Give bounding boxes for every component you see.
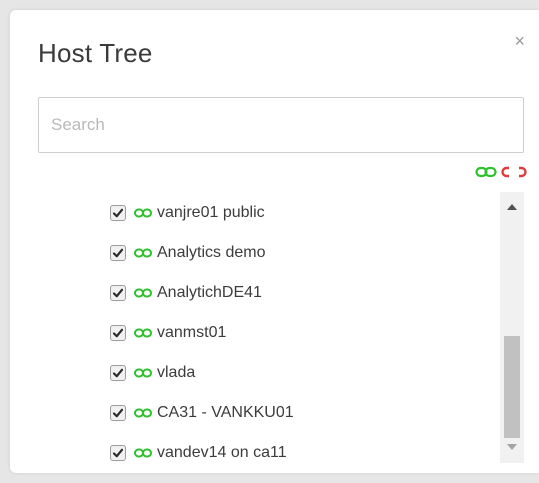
tree-item-checkbox[interactable]: [110, 285, 126, 301]
check-icon: [112, 208, 124, 218]
link-icon[interactable]: [134, 368, 152, 378]
check-icon: [112, 288, 124, 298]
check-icon: [112, 248, 124, 258]
tree-item-label: CA31 - VANKKU01: [157, 404, 294, 421]
tree-scrollbar[interactable]: [500, 192, 524, 463]
tree-item-label: vanjre01 public: [157, 204, 265, 221]
tree-item-label: vlada: [157, 364, 196, 381]
link-all-icon[interactable]: [475, 166, 497, 178]
host-tree: vanjre01 public Analytics demo AnalytichDE…: [38, 192, 524, 463]
link-icon[interactable]: [134, 288, 152, 298]
link-icon[interactable]: [134, 328, 152, 338]
tree-item-checkbox[interactable]: [110, 325, 126, 341]
tree-item[interactable]: vanmst01: [110, 320, 226, 346]
unlink-all-icon[interactable]: [501, 166, 527, 178]
check-icon: [112, 408, 124, 418]
tree-item-checkbox[interactable]: [110, 365, 126, 381]
check-icon: [112, 448, 124, 458]
dialog-title: Host Tree: [38, 38, 153, 68]
link-icon[interactable]: [134, 248, 152, 258]
tree-item[interactable]: AnalytichDE41: [110, 280, 262, 306]
check-icon: [112, 368, 124, 378]
tree-item-checkbox[interactable]: [110, 205, 126, 221]
tree-item-checkbox[interactable]: [110, 245, 126, 261]
tree-item[interactable]: vandev14 on ca11: [110, 440, 287, 463]
close-icon[interactable]: ×: [514, 32, 525, 50]
tree-item-label: AnalytichDE41: [157, 284, 262, 301]
link-icon[interactable]: [134, 208, 152, 218]
tree-item[interactable]: vlada: [110, 360, 195, 386]
scrollbar-thumb[interactable]: [504, 336, 520, 438]
tree-item[interactable]: CA31 - VANKKU01: [110, 400, 294, 426]
tree-item-label: vandev14 on ca11: [157, 444, 287, 461]
tree-item-label: vanmst01: [157, 324, 227, 341]
tree-item-checkbox[interactable]: [110, 445, 126, 461]
tree-toolbar: [475, 166, 527, 178]
link-icon[interactable]: [134, 448, 152, 458]
scroll-down-arrow-icon[interactable]: [507, 444, 517, 450]
search-input[interactable]: [38, 97, 524, 153]
scroll-up-arrow-icon[interactable]: [507, 204, 517, 210]
link-icon[interactable]: [134, 408, 152, 418]
tree-item-checkbox[interactable]: [110, 405, 126, 421]
host-tree-dialog: Host Tree × vanjre01 public Analytics dem…: [10, 10, 539, 473]
tree-item-label: Analytics demo: [157, 244, 266, 261]
tree-item[interactable]: vanjre01 public: [110, 200, 265, 226]
tree-item[interactable]: Analytics demo: [110, 240, 266, 266]
check-icon: [112, 328, 124, 338]
